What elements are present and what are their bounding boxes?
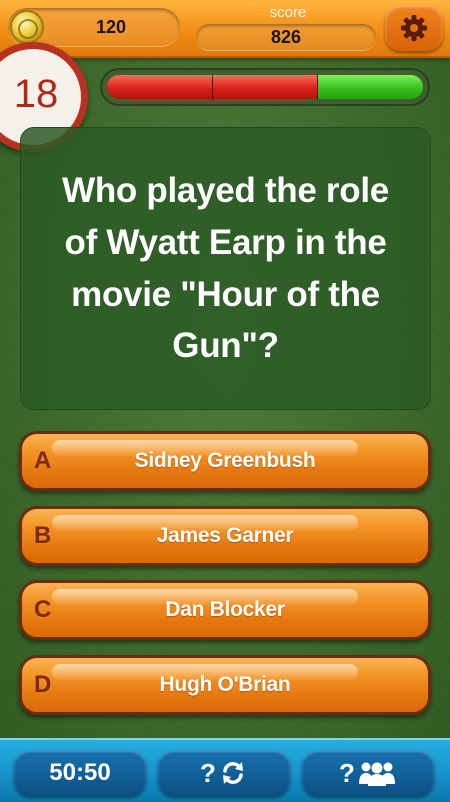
fifty-fifty-label: 50:50: [49, 759, 111, 786]
fifty-fifty-button[interactable]: 50:50: [14, 750, 146, 796]
gear-icon: [401, 15, 427, 41]
progress-track: [107, 75, 423, 99]
score-display: 826: [196, 24, 376, 50]
progress-segment-wrong: [107, 75, 213, 99]
progress-segment-correct: [318, 75, 423, 99]
answer-letter: B: [34, 522, 52, 549]
refresh-arrows-icon: [222, 762, 243, 784]
top-bar: 120 score 826: [0, 0, 450, 58]
question-mark-glyph: ?: [200, 757, 216, 788]
coin-count: 120: [95, 17, 127, 37]
progress-segment-wrong: [212, 75, 319, 99]
answer-letter: D: [34, 671, 52, 698]
ask-audience-button[interactable]: ?: [302, 750, 434, 796]
answer-button-b[interactable]: B James Garner: [19, 506, 431, 566]
answer-button-d[interactable]: D Hugh O'Brian: [19, 655, 431, 715]
coin-icon: [10, 10, 44, 44]
people-group-icon: [358, 762, 395, 786]
answer-progress-bar: [100, 68, 430, 106]
timer-seconds: 18: [13, 72, 59, 116]
question-panel: Who played the role of Wyatt Earp in the…: [20, 127, 431, 410]
answer-text: Sidney Greenbush: [134, 449, 316, 472]
answer-text: James Garner: [156, 524, 294, 547]
switch-question-button[interactable]: ?: [158, 750, 290, 796]
question-mark-glyph: ?: [339, 757, 355, 788]
answer-button-a[interactable]: A Sidney Greenbush: [19, 431, 431, 491]
answer-button-c[interactable]: C Dan Blocker: [19, 580, 431, 640]
settings-button[interactable]: [385, 5, 443, 51]
answer-text: Dan Blocker: [165, 598, 285, 621]
score-label: score: [269, 4, 307, 21]
answer-text: Hugh O'Brian: [159, 673, 291, 696]
coin-counter: 120: [8, 8, 180, 46]
answer-letter: C: [34, 596, 52, 623]
question-text: Who played the role of Wyatt Earp in the…: [62, 170, 389, 366]
lifeline-bar: 50:50 ? ?: [0, 738, 450, 802]
answer-letter: A: [34, 447, 52, 474]
score-value: 826: [270, 27, 302, 47]
